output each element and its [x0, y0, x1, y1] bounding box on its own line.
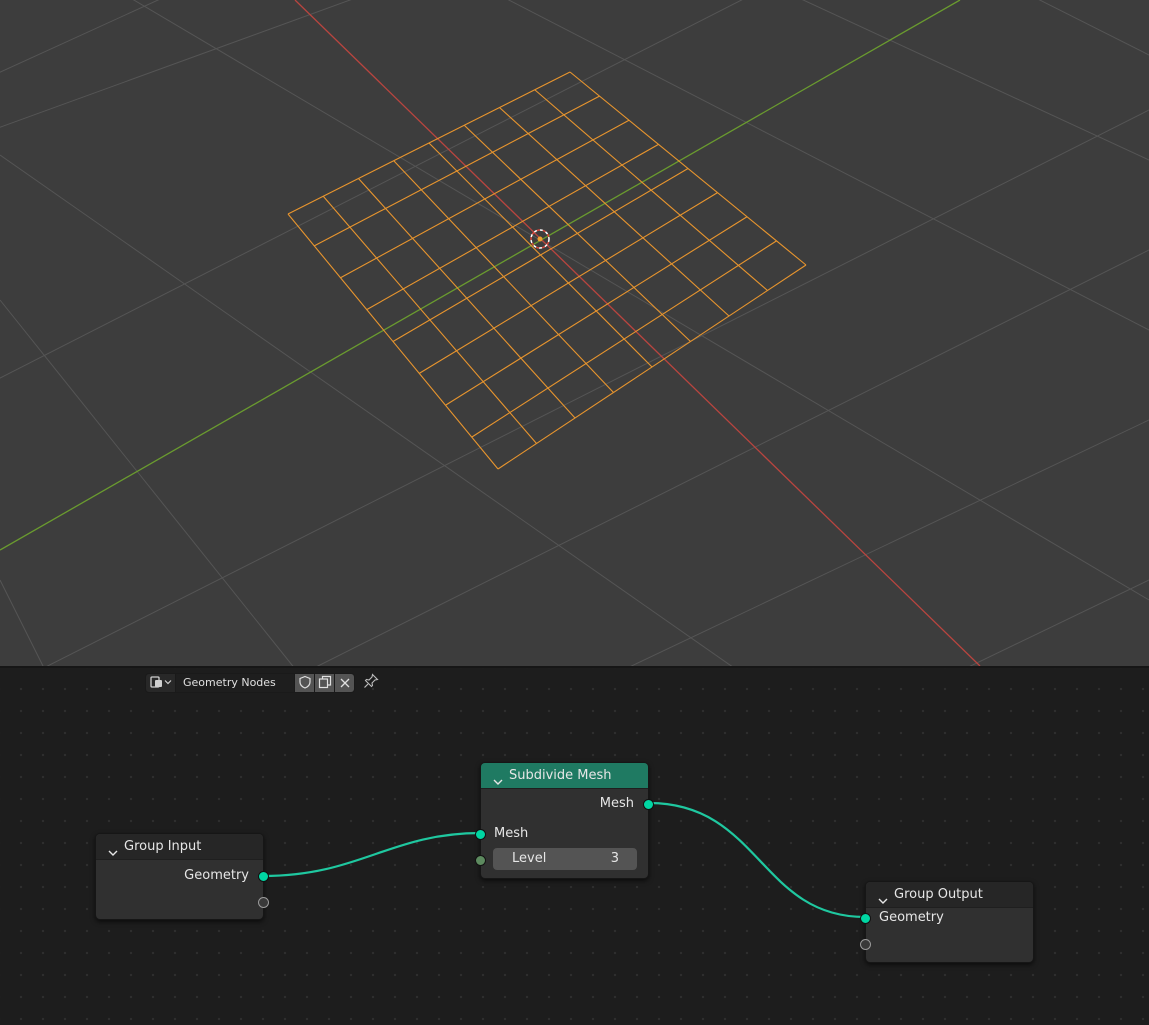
wire-edge	[534, 89, 768, 291]
unlink-button[interactable]	[335, 673, 355, 693]
geometry-output-socket[interactable]	[258, 871, 269, 882]
duplicate-button[interactable]	[315, 673, 335, 693]
selected-plane-wireframe[interactable]	[287, 71, 807, 470]
viewport-canvas[interactable]	[0, 0, 1149, 666]
pin-icon	[363, 673, 379, 693]
node-tree-name-field[interactable]: Geometry Nodes	[176, 673, 295, 693]
object-origin-icon	[530, 229, 550, 249]
wire-edge	[445, 216, 748, 406]
y-axis-line	[0, 0, 961, 551]
close-icon	[339, 674, 351, 693]
chevron-down-icon[interactable]	[108, 842, 118, 856]
wire-edge	[471, 240, 777, 438]
level-field[interactable]: Level 3	[493, 848, 637, 870]
level-label: Level	[512, 851, 547, 866]
node-editor-icon	[149, 675, 163, 691]
geometry-input-socket[interactable]	[860, 913, 871, 924]
3d-viewport[interactable]	[0, 0, 1149, 666]
fake-user-button[interactable]	[295, 673, 315, 693]
wire-edge	[569, 71, 807, 266]
group-input-node[interactable]: Group Input Geometry	[95, 833, 269, 920]
wire-edge	[463, 124, 691, 342]
subdivide-mesh-node[interactable]: Subdivide Mesh Mesh Mesh Level 3	[475, 762, 654, 879]
geometry-input-label: Geometry	[879, 910, 944, 925]
wire-edge	[499, 107, 730, 317]
wire-edge	[418, 192, 718, 374]
x-axis-line	[294, 0, 981, 666]
geometry-node-editor[interactable]: Geometry Nodes Group Input Geometry Subd…	[0, 668, 1149, 1025]
wire-edge	[497, 264, 807, 470]
node-header[interactable]: Group Input	[96, 834, 263, 860]
mesh-output-label: Mesh	[599, 796, 634, 811]
editor-type-selector[interactable]	[145, 673, 176, 693]
group-output-node[interactable]: Group Output Geometry	[860, 881, 1034, 963]
chevron-down-icon	[164, 678, 172, 689]
shield-icon	[298, 674, 312, 693]
virtual-output-socket[interactable]	[258, 897, 269, 908]
virtual-input-socket[interactable]	[860, 939, 871, 950]
mesh-input-socket[interactable]	[475, 829, 486, 840]
floor-grid	[0, 0, 1149, 666]
geometry-output-label: Geometry	[184, 868, 249, 883]
node-header[interactable]: Subdivide Mesh	[481, 763, 648, 789]
node-title: Subdivide Mesh	[509, 768, 612, 783]
chevron-down-icon[interactable]	[878, 890, 888, 904]
link-subdivide-to-groupoutput[interactable]	[648, 801, 866, 919]
duplicate-icon	[318, 674, 332, 693]
link-groupinput-to-subdivide[interactable]	[262, 831, 482, 878]
level-value: 3	[610, 851, 619, 866]
level-input-socket[interactable]	[475, 855, 486, 866]
node-title: Group Output	[894, 887, 983, 902]
node-title: Group Input	[124, 839, 202, 854]
mesh-output-socket[interactable]	[643, 799, 654, 810]
pin-button[interactable]	[362, 673, 380, 693]
chevron-down-icon[interactable]	[493, 771, 503, 785]
mesh-input-label: Mesh	[494, 826, 529, 841]
node-header[interactable]: Group Output	[866, 882, 1033, 908]
